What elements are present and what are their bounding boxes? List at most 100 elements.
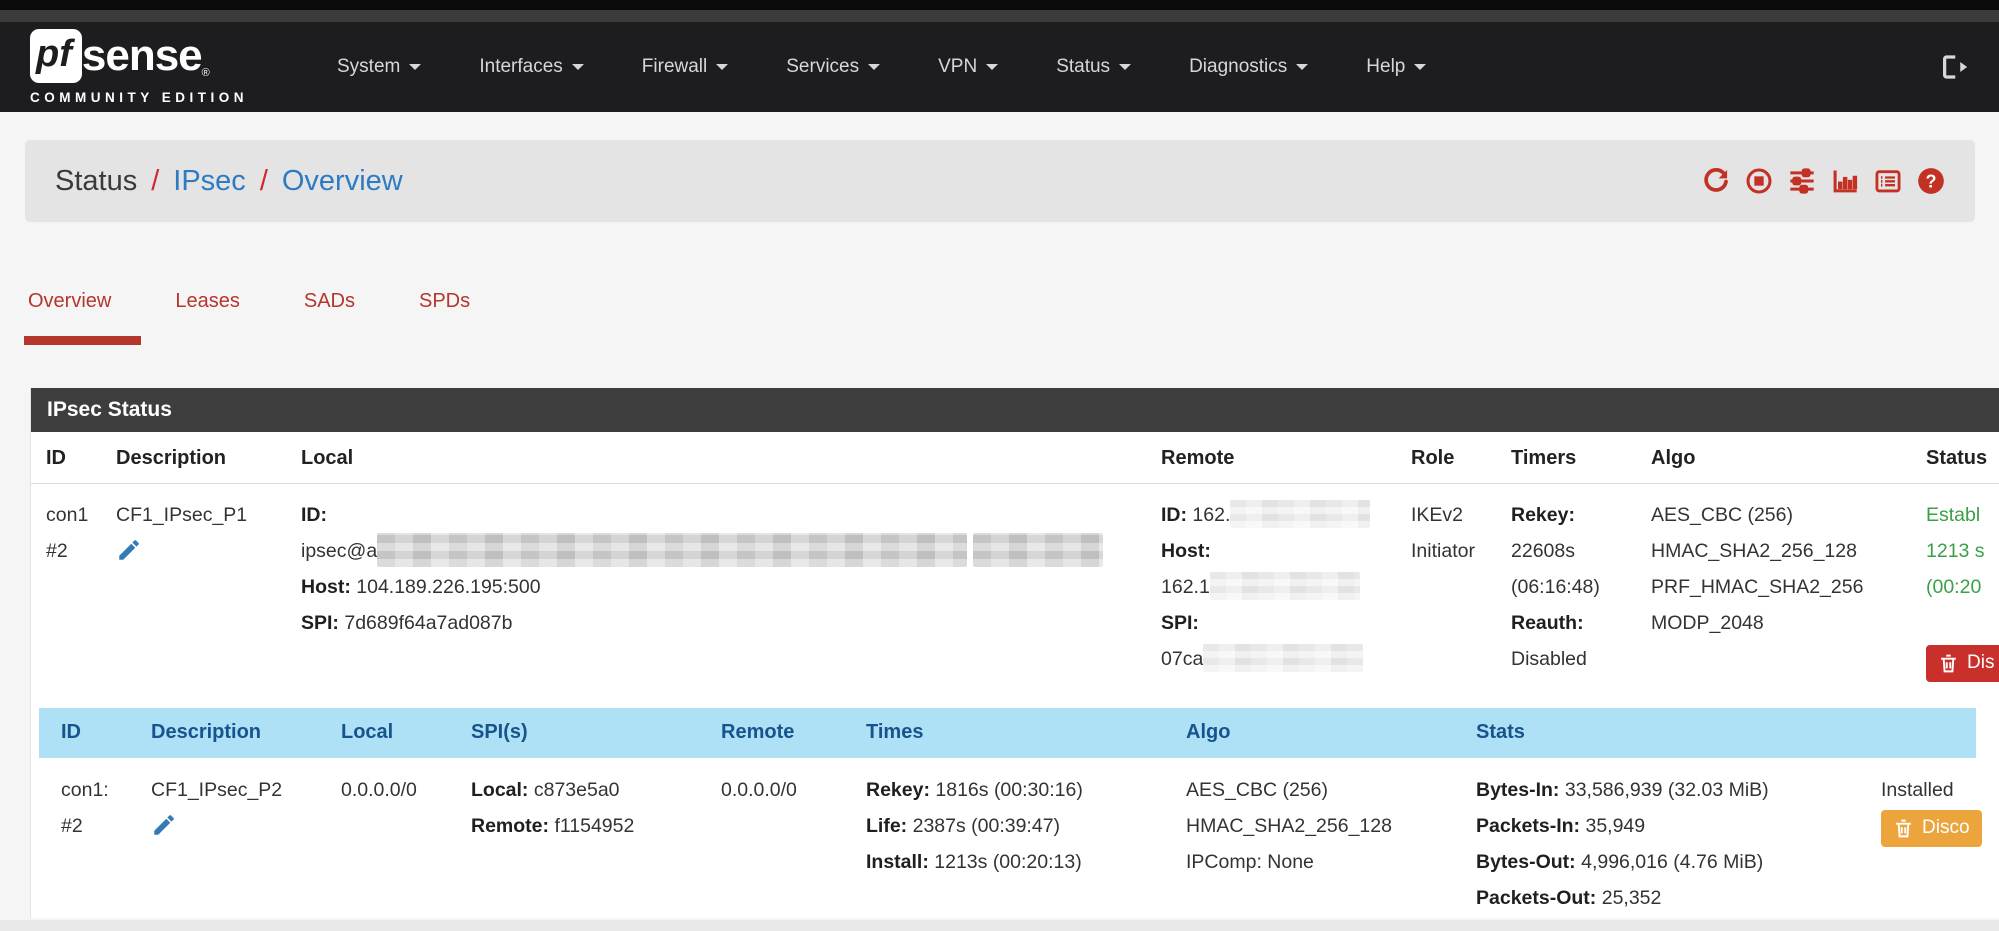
local-id-value: ipsec@a xyxy=(301,540,377,562)
cell-remote: 0.0.0.0/0 xyxy=(721,772,866,916)
status-line2: 1213 s xyxy=(1926,533,1999,569)
breadcrumb-section: Status xyxy=(55,165,137,198)
chevron-down-icon xyxy=(409,64,421,70)
remote-id-label: ID: xyxy=(1161,504,1187,526)
disconnect-child-button[interactable]: Disco xyxy=(1881,810,1982,847)
time-install-label: Install: xyxy=(866,851,929,873)
stop-circle-icon[interactable] xyxy=(1745,167,1773,195)
spi-local-label: Local: xyxy=(471,779,528,801)
refresh-icon[interactable] xyxy=(1702,167,1730,195)
ike-table-row: con1 #2 CF1_IPsec_P1 ID: ipsec@a Host: 1… xyxy=(31,484,1999,704)
time-life-label: Life: xyxy=(866,815,907,837)
edit-pencil-icon[interactable] xyxy=(151,812,177,838)
menu-system[interactable]: System xyxy=(308,56,450,78)
reauth-value: Disabled xyxy=(1511,641,1651,677)
packets-in-label: Packets-In: xyxy=(1476,815,1580,837)
child-algo-ipcomp: IPComp: None xyxy=(1186,844,1476,880)
remote-host-value: 162.1 xyxy=(1161,576,1210,598)
main-menu: System Interfaces Firewall Services VPN … xyxy=(308,56,1455,78)
bytes-in-value: 33,586,939 (32.03 MiB) xyxy=(1565,779,1769,801)
redacted-blur xyxy=(973,533,1103,567)
cell-role: IKEv2 Initiator xyxy=(1411,497,1511,686)
role-version: IKEv2 xyxy=(1411,497,1511,533)
breadcrumb-separator: / xyxy=(151,165,159,198)
cell-status: Installed Disco xyxy=(1881,772,1999,916)
help-icon[interactable]: ? xyxy=(1917,167,1945,195)
list-icon[interactable] xyxy=(1874,167,1902,195)
tab-leases-label: Leases xyxy=(175,290,240,312)
trash-icon xyxy=(1893,818,1914,839)
logo-edition-text: COMMUNITY EDITION xyxy=(30,90,248,105)
disconnect-button[interactable]: Dis xyxy=(1926,645,1999,682)
menu-status[interactable]: Status xyxy=(1027,56,1160,78)
child-status-text: Installed xyxy=(1881,772,1999,808)
cell-description: CF1_IPsec_P2 xyxy=(151,772,341,916)
child-remote-net: 0.0.0.0/0 xyxy=(721,772,866,808)
active-tab-underline xyxy=(24,336,141,345)
sliders-icon[interactable] xyxy=(1788,167,1816,195)
cell-algo: AES_CBC (256) HMAC_SHA2_256_128 IPComp: … xyxy=(1186,772,1476,916)
col-description: Description xyxy=(116,447,301,470)
sign-out-icon[interactable] xyxy=(1939,52,1969,82)
chevron-down-icon xyxy=(986,64,998,70)
rekey-label: Rekey: xyxy=(1511,504,1575,526)
col-description: Description xyxy=(151,721,341,744)
breadcrumb-link-ipsec[interactable]: IPsec xyxy=(173,165,246,198)
cell-algo: AES_CBC (256) HMAC_SHA2_256_128 PRF_HMAC… xyxy=(1651,497,1926,686)
child-sa-table-header: ID Description Local SPI(s) Remote Times… xyxy=(39,708,1976,758)
menu-services[interactable]: Services xyxy=(757,56,909,78)
disconnect-button-label: Dis xyxy=(1967,652,1994,675)
edit-pencil-icon[interactable] xyxy=(116,537,142,563)
spi-local-value: c873e5a0 xyxy=(534,779,620,801)
menu-diagnostics[interactable]: Diagnostics xyxy=(1160,56,1337,78)
menu-firewall[interactable]: Firewall xyxy=(613,56,757,78)
tab-overview[interactable]: Overview xyxy=(28,278,111,347)
tab-overview-label: Overview xyxy=(28,290,111,312)
chevron-down-icon xyxy=(572,64,584,70)
chevron-down-icon xyxy=(1296,64,1308,70)
role-value: Initiator xyxy=(1411,533,1511,569)
chevron-down-icon xyxy=(1119,64,1131,70)
menu-vpn[interactable]: VPN xyxy=(909,56,1027,78)
cell-local: ID: ipsec@a Host: 104.189.226.195:500 SP… xyxy=(301,497,1161,686)
algo-hash: HMAC_SHA2_256_128 xyxy=(1651,533,1926,569)
col-local: Local xyxy=(341,721,471,744)
breadcrumb-link-overview[interactable]: Overview xyxy=(282,165,403,198)
child-local-net: 0.0.0.0/0 xyxy=(341,772,471,808)
algo-dh: MODP_2048 xyxy=(1651,605,1926,641)
disconnect-child-button-label: Disco xyxy=(1922,817,1970,840)
ipsec-tabs: Overview Leases SADs SPDs xyxy=(28,278,534,347)
tab-spds[interactable]: SPDs xyxy=(419,278,470,347)
menu-interfaces[interactable]: Interfaces xyxy=(450,56,612,78)
window-title-band xyxy=(0,10,1999,22)
cell-id: con1 #2 xyxy=(46,497,116,686)
time-life-value: 2387s (00:39:47) xyxy=(913,815,1060,837)
menu-help-label: Help xyxy=(1366,56,1405,78)
time-rekey-label: Rekey: xyxy=(866,779,930,801)
panel-title: IPsec Status xyxy=(31,388,1999,432)
menu-system-label: System xyxy=(337,56,400,78)
tab-leases[interactable]: Leases xyxy=(175,278,240,347)
bar-chart-icon[interactable] xyxy=(1831,167,1859,195)
child-algo-hash: HMAC_SHA2_256_128 xyxy=(1186,808,1476,844)
breadcrumb-separator: / xyxy=(260,165,268,198)
svg-text:?: ? xyxy=(1925,171,1936,191)
pfsense-logo[interactable]: pf sense ® COMMUNITY EDITION xyxy=(30,29,248,105)
chevron-down-icon xyxy=(1414,64,1426,70)
breadcrumb: Status / IPsec / Overview xyxy=(25,140,1975,222)
bytes-out-value: 4,996,016 (4.76 MiB) xyxy=(1581,851,1763,873)
cell-local: 0.0.0.0/0 xyxy=(341,772,471,916)
tab-sads[interactable]: SADs xyxy=(304,278,355,347)
cell-remote: ID: 162. Host: 162.1 SPI: 07ca xyxy=(1161,497,1411,686)
remote-spi-label: SPI: xyxy=(1161,612,1199,634)
redacted-blur xyxy=(1210,572,1360,600)
algo-enc: AES_CBC (256) xyxy=(1651,497,1926,533)
col-algo: Algo xyxy=(1651,447,1926,470)
cell-stats: Bytes-In: 33,586,939 (32.03 MiB) Packets… xyxy=(1476,772,1881,916)
logo-pf-box: pf xyxy=(30,29,82,83)
cell-status: Establ 1213 s (00:20 Dis xyxy=(1926,497,1999,686)
menu-help[interactable]: Help xyxy=(1337,56,1455,78)
time-rekey-value: 1816s (00:30:16) xyxy=(935,779,1082,801)
cell-id: con1: #2 xyxy=(61,772,151,916)
menu-services-label: Services xyxy=(786,56,859,78)
